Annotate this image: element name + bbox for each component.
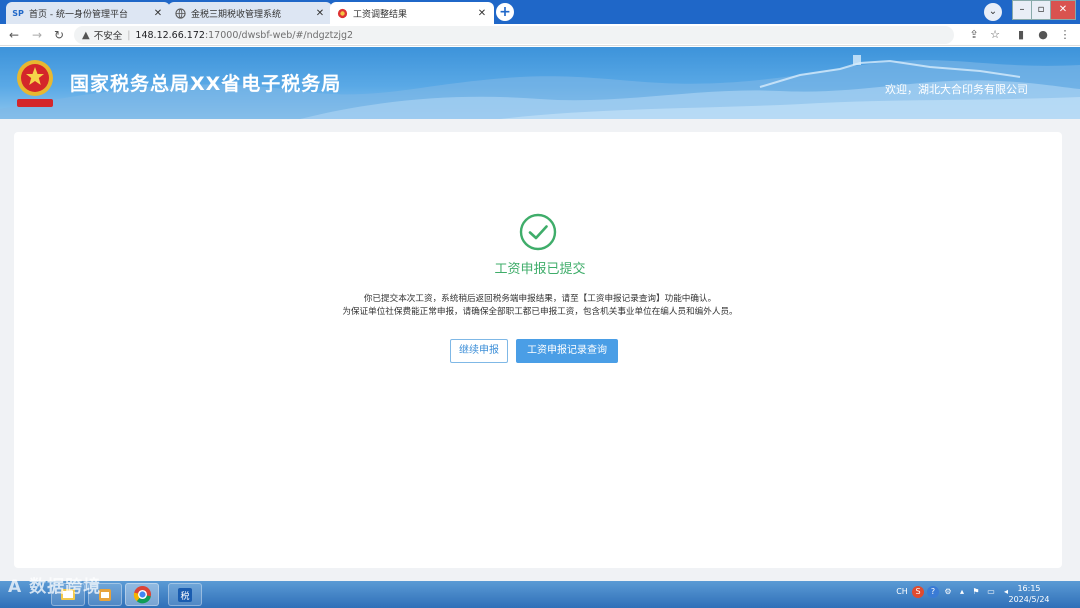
continue-declare-button[interactable]: 继续申报	[450, 339, 508, 363]
clock-date: 2024/5/24	[1008, 595, 1050, 604]
bookmark-star-icon[interactable]: ☆	[987, 27, 1003, 43]
tray-settings-icon[interactable]: ⚙	[942, 586, 954, 598]
close-window-button[interactable]: ✕	[1050, 0, 1076, 20]
national-emblem-logo	[17, 60, 53, 107]
result-message-line1: 你已提交本次工资，系统稍后返回税务端申报结果，请至【工资申报记录查询】功能中确认…	[363, 294, 717, 304]
site-header-banner: 国家税务总局XX省电子税务局 欢迎，湖北大合印务有限公司	[0, 47, 1080, 119]
tab-search-chevron-icon[interactable]: ⌄	[984, 3, 1002, 21]
browser-toolbar: ← → ↻ ▲ 不安全 | 148.12.66.172 :17000/dwsbf…	[0, 24, 1080, 46]
taskbar-app-icon[interactable]: 税	[168, 583, 202, 606]
browser-tab-salary-result[interactable]: 工资调整结果 ✕	[330, 2, 494, 24]
site-title: 国家税务总局XX省电子税务局	[70, 73, 342, 95]
forward-arrow-icon[interactable]: →	[29, 27, 45, 43]
emblem-favicon-icon	[336, 7, 348, 19]
close-tab-icon[interactable]: ✕	[152, 8, 164, 19]
result-message-line2: 为保证单位社保费能正常申报，请确保全部职工都已申报工资，包含机关事业单位在编人员…	[342, 307, 738, 317]
security-label: 不安全	[93, 31, 123, 42]
clock-time: 16:15	[1017, 584, 1041, 593]
salary-record-query-button[interactable]: 工资申报记录查询	[516, 339, 618, 363]
browser-tab-strip: SP 首页 - 统一身份管理平台 ✕ 金税三期税收管理系统 ✕ 工资调整结果 ✕…	[0, 0, 1080, 24]
new-tab-button[interactable]: +	[496, 3, 514, 21]
chrome-taskbar-icon[interactable]	[125, 583, 159, 606]
show-hidden-icons-icon[interactable]: ▴	[956, 586, 968, 598]
url-path: :17000/dwsbf-web/#/ndgztzjg2	[204, 29, 354, 41]
back-arrow-icon[interactable]: ←	[6, 27, 22, 43]
minimize-window-button[interactable]: –	[1012, 0, 1032, 20]
profile-avatar-icon[interactable]: ●	[1035, 27, 1051, 43]
reload-icon[interactable]: ↻	[51, 27, 67, 43]
success-check-icon	[519, 213, 557, 251]
tab-title: 工资调整结果	[353, 9, 408, 20]
warning-triangle-icon: ▲	[82, 29, 90, 41]
action-center-flag-icon[interactable]: ⚑	[970, 586, 982, 598]
share-icon[interactable]: ⇪	[966, 27, 982, 43]
browser-tab-home[interactable]: SP 首页 - 统一身份管理平台 ✕	[6, 2, 170, 24]
address-bar[interactable]: ▲ 不安全 | 148.12.66.172 :17000/dwsbf-web/#…	[74, 26, 954, 44]
address-separator: |	[127, 29, 131, 41]
maximize-window-button[interactable]: ▫	[1031, 0, 1051, 20]
tab-title: 首页 - 统一身份管理平台	[29, 9, 128, 20]
globe-icon	[174, 7, 186, 19]
watermark-text: A 数据跨境	[8, 577, 102, 597]
browser-tab-tax-system[interactable]: 金税三期税收管理系统 ✕	[168, 2, 332, 24]
result-title: 工资申报已提交	[494, 262, 586, 277]
taskbar-clock[interactable]: 16:15 2024/5/24	[1004, 583, 1054, 605]
sp-favicon-icon: SP	[12, 8, 24, 18]
sogou-ime-icon[interactable]: S	[912, 586, 924, 598]
input-language-indicator[interactable]: CH	[896, 586, 908, 598]
browser-menu-icon[interactable]: ⋮	[1057, 27, 1073, 43]
close-tab-icon[interactable]: ✕	[314, 8, 326, 19]
svg-text:税: 税	[180, 590, 189, 602]
url-host: 148.12.66.172	[135, 29, 205, 41]
tab-title: 金税三期税收管理系统	[191, 9, 282, 20]
help-icon[interactable]: ?	[927, 586, 939, 598]
side-panel-icon[interactable]: ▮	[1013, 27, 1029, 43]
welcome-text: 欢迎，湖北大合印务有限公司	[885, 83, 1028, 96]
close-tab-icon[interactable]: ✕	[476, 8, 488, 19]
network-icon[interactable]: ▭	[985, 586, 997, 598]
